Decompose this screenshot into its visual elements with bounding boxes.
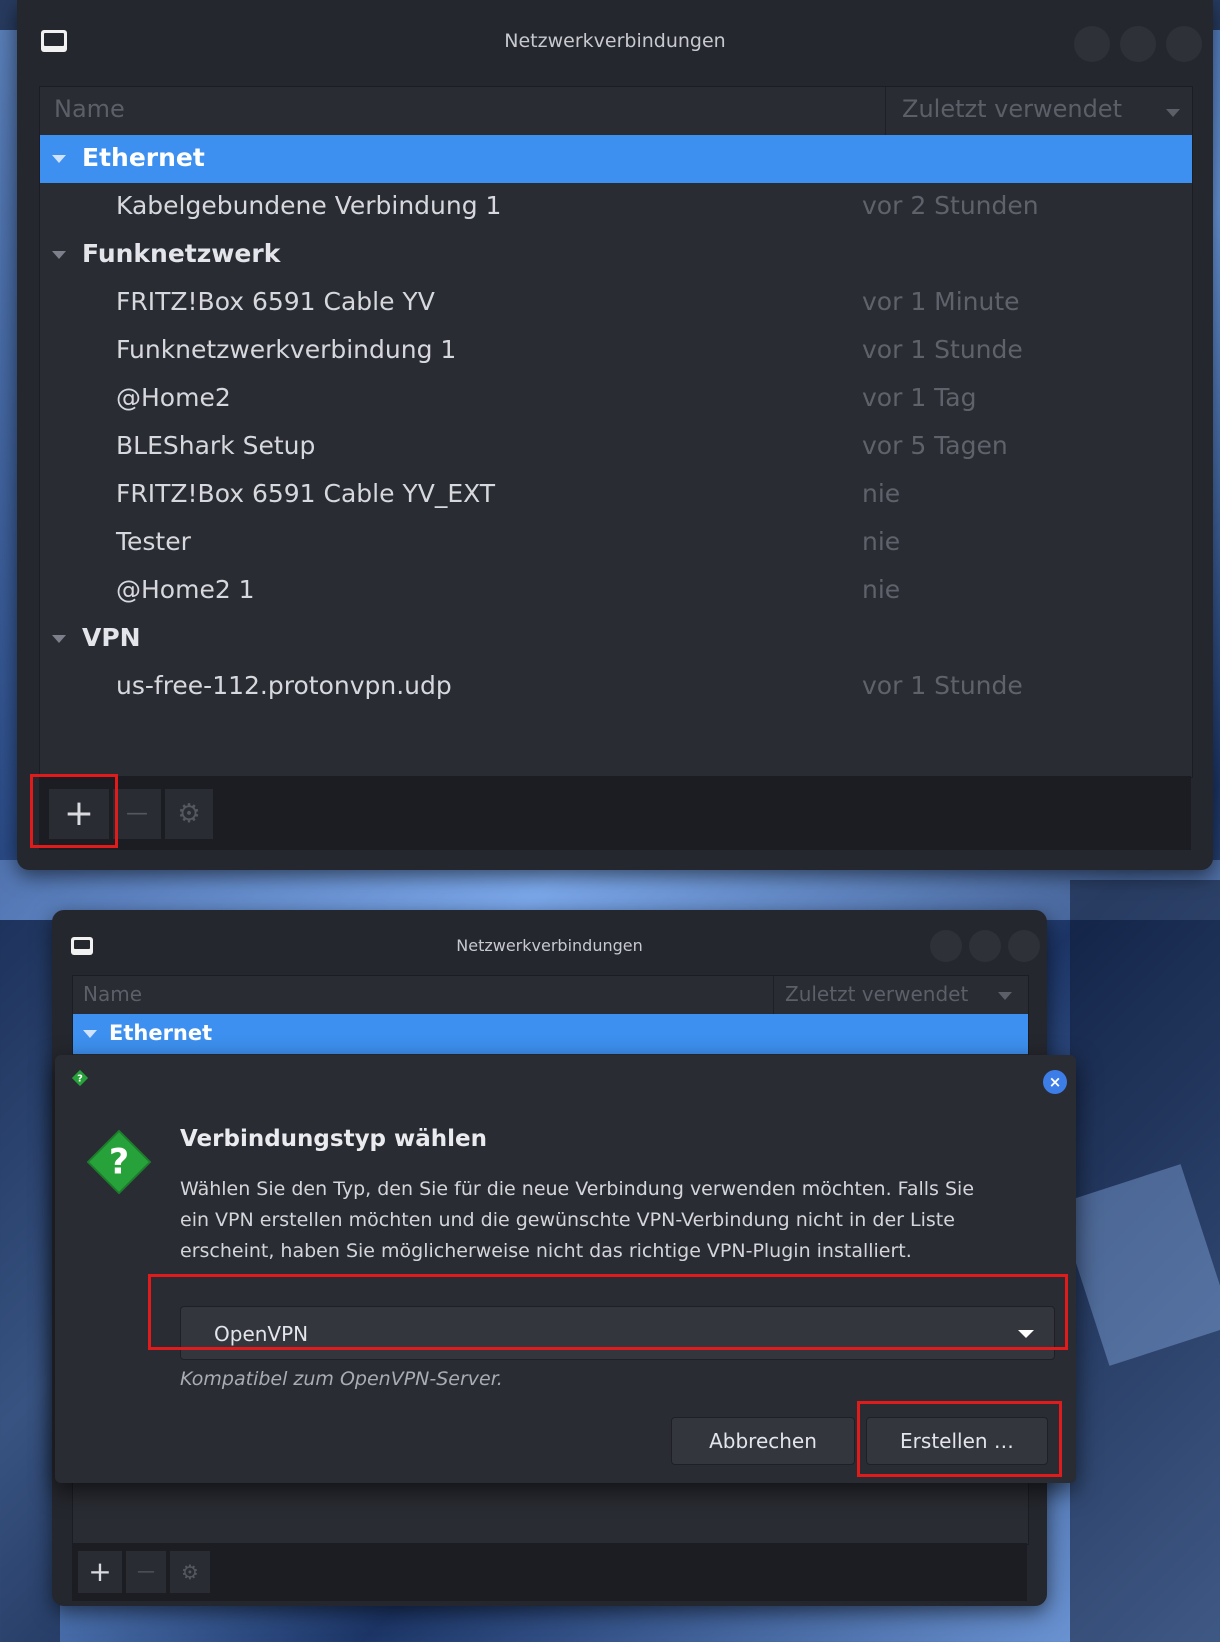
svg-text:?: ? — [109, 1143, 129, 1183]
expand-arrow-icon — [83, 1030, 97, 1038]
description-line: Wählen Sie den Typ, den Sie für die neue… — [180, 1178, 975, 1200]
minimize-button[interactable] — [1074, 26, 1110, 62]
bottom-toolbar: + — ⚙ — [39, 776, 1191, 850]
list-item[interactable]: FRITZ!Box 6591 Cable YV vor 1 Minute — [40, 279, 1192, 327]
remove-button[interactable]: — — [126, 1551, 166, 1593]
sort-indicator-icon — [998, 992, 1012, 1000]
description-line: erscheint, haben Sie möglicherweise nich… — [180, 1240, 912, 1262]
group-ethernet[interactable]: Ethernet — [73, 1014, 1028, 1054]
gear-icon: ⚙ — [177, 799, 201, 829]
dialog-heading: Verbindungstyp wählen — [180, 1126, 488, 1152]
add-button[interactable]: + — [78, 1551, 122, 1593]
maximize-button[interactable] — [969, 930, 1001, 962]
group-label: Ethernet — [82, 143, 205, 172]
group-label: Funknetzwerk — [82, 239, 281, 268]
group-label: VPN — [82, 623, 141, 652]
connection-type-select[interactable]: OpenVPN — [180, 1306, 1055, 1360]
remove-button[interactable]: — — [113, 789, 161, 839]
bottom-toolbar: + — ⚙ — [72, 1543, 1027, 1601]
expand-arrow-icon — [52, 155, 66, 163]
add-button[interactable]: + — [49, 789, 109, 839]
group-label: Ethernet — [109, 1021, 213, 1045]
create-button[interactable]: Erstellen … — [866, 1417, 1048, 1465]
column-header-name[interactable]: Name — [54, 95, 125, 123]
type-hint: Kompatibel zum OpenVPN-Server. — [180, 1368, 503, 1390]
expand-arrow-icon — [52, 635, 66, 643]
column-header-last-used[interactable]: Zuletzt verwendet — [902, 95, 1122, 123]
column-header-name[interactable]: Name — [83, 982, 142, 1006]
list-header: Name Zuletzt verwendet — [40, 87, 1192, 136]
settings-button[interactable]: ⚙ — [170, 1551, 210, 1593]
close-icon[interactable]: × — [1043, 1070, 1067, 1094]
column-separator — [773, 976, 774, 1014]
dialog-description: Wählen Sie den Typ, den Sie für die neue… — [180, 1174, 1060, 1267]
svg-text:?: ? — [77, 1074, 83, 1085]
question-diamond-icon: ? — [86, 1129, 152, 1195]
chevron-down-icon — [1018, 1330, 1034, 1338]
list-item[interactable]: Kabelgebundene Verbindung 1 vor 2 Stunde… — [40, 183, 1192, 231]
maximize-button[interactable] — [1120, 26, 1156, 62]
window-title: Netzwerkverbindungen — [504, 30, 726, 52]
minimize-button[interactable] — [930, 930, 962, 962]
group-wifi[interactable]: Funknetzwerk — [40, 231, 1192, 279]
expand-arrow-icon — [52, 251, 66, 259]
titlebar: Netzwerkverbindungen — [17, 0, 1213, 82]
list-item[interactable]: FRITZ!Box 6591 Cable YV_EXT nie — [40, 471, 1192, 519]
list-header: Name Zuletzt verwendet — [73, 976, 1028, 1015]
window-title: Netzwerkverbindungen — [456, 936, 643, 955]
group-ethernet[interactable]: Ethernet — [40, 135, 1192, 183]
sort-indicator-icon — [1166, 109, 1180, 117]
close-button[interactable] — [1008, 930, 1040, 962]
question-diamond-icon: ? — [71, 1069, 89, 1087]
description-line: ein VPN erstellen möchten und die gewüns… — [180, 1209, 955, 1231]
column-header-last-used[interactable]: Zuletzt verwendet — [785, 982, 968, 1006]
list-item[interactable]: Tester nie — [40, 519, 1192, 567]
gear-icon: ⚙ — [181, 1560, 199, 1584]
list-item[interactable]: BLEShark Setup vor 5 Tagen — [40, 423, 1192, 471]
list-item[interactable]: Funknetzwerkverbindung 1 vor 1 Stunde — [40, 327, 1192, 375]
list-item[interactable]: us-free-112.protonvpn.udp vor 1 Stunde — [40, 663, 1192, 711]
selected-type: OpenVPN — [214, 1322, 309, 1346]
list-item[interactable]: @Home2 vor 1 Tag — [40, 375, 1192, 423]
connection-type-dialog: ? × ? Verbindungstyp wählen Wählen Sie d… — [55, 1055, 1076, 1483]
list-item[interactable]: @Home2 1 nie — [40, 567, 1192, 615]
network-connections-window: Netzwerkverbindungen Name Zuletzt verwen… — [17, 0, 1213, 870]
column-separator — [885, 87, 886, 135]
group-vpn[interactable]: VPN — [40, 615, 1192, 663]
cancel-button[interactable]: Abbrechen — [671, 1417, 855, 1465]
connection-list: Name Zuletzt verwendet Ethernet Kabelgeb… — [39, 86, 1193, 778]
settings-button[interactable]: ⚙ — [165, 789, 213, 839]
close-button[interactable] — [1166, 26, 1202, 62]
